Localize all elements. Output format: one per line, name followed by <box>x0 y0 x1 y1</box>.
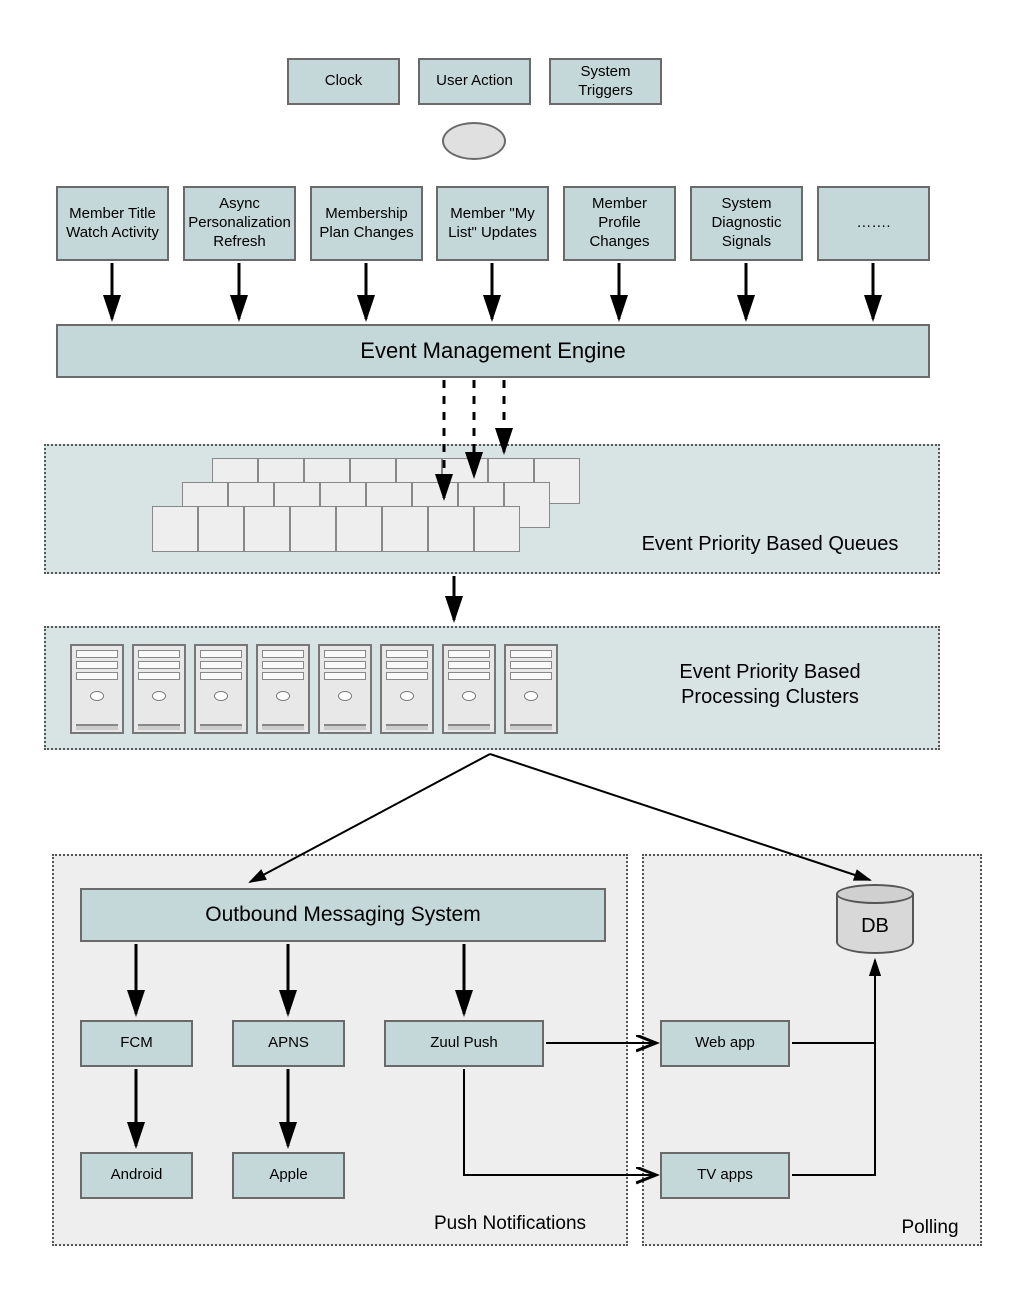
server-icon <box>194 644 248 734</box>
channel-fcm: FCM <box>80 1020 193 1067</box>
trigger-system: System Triggers <box>549 58 662 105</box>
queue-cell <box>428 506 474 552</box>
event-2-label: Membership Plan Changes <box>316 205 417 243</box>
ellipse-node <box>442 122 506 160</box>
event-3-label: Member "My List" Updates <box>442 205 543 243</box>
queues-label: Event Priority Based Queues <box>620 532 920 557</box>
diagram-canvas: Clock User Action System Triggers Member… <box>0 0 1030 1316</box>
engine-label: Event Management Engine <box>360 337 625 365</box>
channel-zuul: Zuul Push <box>384 1020 544 1067</box>
channel-apple: Apple <box>232 1152 345 1199</box>
server-icon <box>442 644 496 734</box>
server-icon <box>256 644 310 734</box>
server-icon <box>132 644 186 734</box>
trigger-clock-label: Clock <box>325 72 363 91</box>
event-2: Membership Plan Changes <box>310 186 423 261</box>
queue-cell <box>244 506 290 552</box>
event-5-label: System Diagnostic Signals <box>696 195 797 251</box>
server-icon <box>380 644 434 734</box>
trigger-user-action: User Action <box>418 58 531 105</box>
db-icon: DB <box>836 884 914 956</box>
outbound-label: Outbound Messaging System <box>205 902 480 928</box>
db-label: DB <box>861 915 889 938</box>
event-5: System Diagnostic Signals <box>690 186 803 261</box>
outbound-box: Outbound Messaging System <box>80 888 606 942</box>
apple-label: Apple <box>269 1166 307 1185</box>
queue-cell <box>152 506 198 552</box>
webapp-label: Web app <box>695 1034 755 1053</box>
fcm-label: FCM <box>120 1034 153 1053</box>
event-1-label: Async Personalization Refresh <box>188 195 291 251</box>
channel-apns: APNS <box>232 1020 345 1067</box>
channel-webapp: Web app <box>660 1020 790 1067</box>
trigger-system-label: System Triggers <box>578 63 632 101</box>
push-label: Push Notifications <box>400 1212 620 1236</box>
queue-cell <box>290 506 336 552</box>
server-icon <box>318 644 372 734</box>
trigger-clock: Clock <box>287 58 400 105</box>
event-6-label: ……. <box>856 214 890 233</box>
queue-cell <box>382 506 428 552</box>
queue-row-front <box>152 506 520 552</box>
event-3: Member "My List" Updates <box>436 186 549 261</box>
apns-label: APNS <box>268 1034 309 1053</box>
clusters-label: Event Priority Based Processing Clusters <box>620 660 920 710</box>
channel-tvapps: TV apps <box>660 1152 790 1199</box>
tvapps-label: TV apps <box>697 1166 753 1185</box>
channel-android: Android <box>80 1152 193 1199</box>
server-icon <box>70 644 124 734</box>
event-4: Member Profile Changes <box>563 186 676 261</box>
event-6: ……. <box>817 186 930 261</box>
queue-cell <box>198 506 244 552</box>
event-4-label: Member Profile Changes <box>569 195 670 251</box>
event-1: Async Personalization Refresh <box>183 186 296 261</box>
polling-label: Polling <box>890 1216 970 1240</box>
event-0: Member Title Watch Activity <box>56 186 169 261</box>
queue-cell <box>474 506 520 552</box>
zuul-label: Zuul Push <box>430 1034 498 1053</box>
android-label: Android <box>111 1166 163 1185</box>
queue-cell <box>336 506 382 552</box>
engine-box: Event Management Engine <box>56 324 930 378</box>
event-0-label: Member Title Watch Activity <box>62 205 163 243</box>
server-icon <box>504 644 558 734</box>
trigger-user-action-label: User Action <box>436 72 513 91</box>
